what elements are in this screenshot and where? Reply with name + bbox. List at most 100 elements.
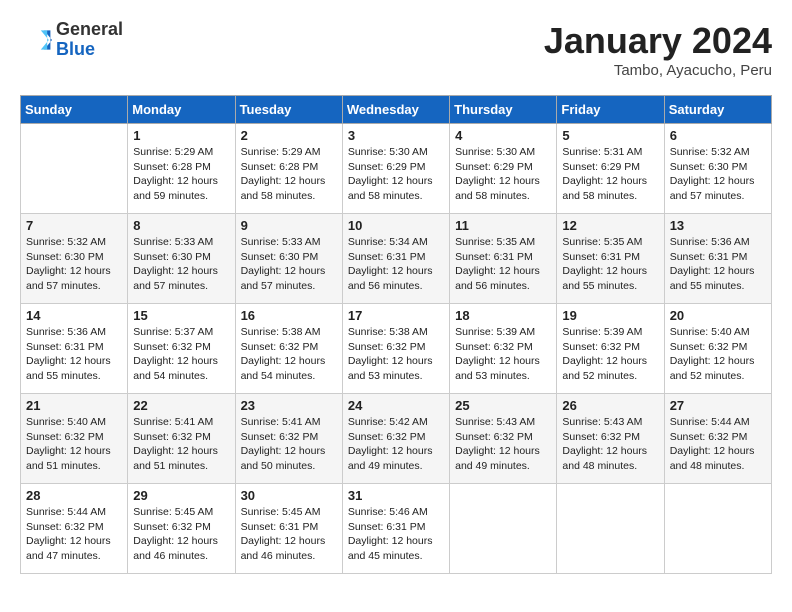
weekday-header-row: SundayMondayTuesdayWednesdayThursdayFrid… [21,96,772,124]
day-info: Sunrise: 5:40 AM Sunset: 6:32 PM Dayligh… [670,325,766,384]
day-info: Sunrise: 5:35 AM Sunset: 6:31 PM Dayligh… [562,235,658,294]
day-number: 17 [348,308,444,323]
day-number: 13 [670,218,766,233]
day-info: Sunrise: 5:42 AM Sunset: 6:32 PM Dayligh… [348,415,444,474]
calendar-cell [450,484,557,574]
day-info: Sunrise: 5:35 AM Sunset: 6:31 PM Dayligh… [455,235,551,294]
weekday-header-sunday: Sunday [21,96,128,124]
calendar-cell: 31 Sunrise: 5:46 AM Sunset: 6:31 PM Dayli… [342,484,449,574]
calendar-cell: 16 Sunrise: 5:38 AM Sunset: 6:32 PM Dayli… [235,304,342,394]
calendar-cell [664,484,771,574]
day-number: 16 [241,308,337,323]
day-number: 19 [562,308,658,323]
day-info: Sunrise: 5:34 AM Sunset: 6:31 PM Dayligh… [348,235,444,294]
calendar-cell: 29Sunrise: 5:45 AM Sunset: 6:32 PM Dayli… [128,484,235,574]
calendar-cell: 2 Sunrise: 5:29 AM Sunset: 6:28 PM Daylig… [235,124,342,214]
day-number: 1 [133,128,229,143]
page-header: General Blue January 2024 Tambo, Ayacuch… [20,20,772,79]
calendar-cell: 8 Sunrise: 5:33 AM Sunset: 6:30 PM Daylig… [128,214,235,304]
week-row-5: 28 Sunrise: 5:44 AM Sunset: 6:32 PM Dayli… [21,484,772,574]
calendar-cell [21,124,128,214]
day-info: Sunrise: 5:32 AM Sunset: 6:30 PM Dayligh… [670,145,766,204]
calendar-cell: 1 Sunrise: 5:29 AM Sunset: 6:28 PM Daylig… [128,124,235,214]
day-info: Sunrise: 5:44 AM Sunset: 6:32 PM Dayligh… [670,415,766,474]
day-number: 28 [26,488,122,503]
day-number: 23 [241,398,337,413]
calendar-cell: 6 Sunrise: 5:32 AM Sunset: 6:30 PM Daylig… [664,124,771,214]
day-number: 24 [348,398,444,413]
logo-blue: Blue [56,40,123,60]
day-number: 4 [455,128,551,143]
day-number: 11 [455,218,551,233]
day-info: Sunrise: 5:43 AM Sunset: 6:32 PM Dayligh… [455,415,551,474]
day-info: Sunrise: 5:44 AM Sunset: 6:32 PM Dayligh… [26,505,122,564]
day-number: 18 [455,308,551,323]
day-info: Sunrise: 5:32 AM Sunset: 6:30 PM Dayligh… [26,235,122,294]
week-row-1: 1 Sunrise: 5:29 AM Sunset: 6:28 PM Daylig… [21,124,772,214]
day-number: 9 [241,218,337,233]
day-number: 5 [562,128,658,143]
calendar-cell: 30 Sunrise: 5:45 AM Sunset: 6:31 PM Dayli… [235,484,342,574]
day-info: Sunrise: 5:46 AM Sunset: 6:31 PM Dayligh… [348,505,444,564]
day-info: Sunrise: 5:45 AM Sunset: 6:31 PM Dayligh… [241,505,337,564]
day-info: Sunrise: 5:29 AM Sunset: 6:28 PM Dayligh… [241,145,337,204]
day-number: 21 [26,398,122,413]
day-number: 8 [133,218,229,233]
location: Tambo, Ayacucho, Peru [544,62,772,79]
calendar-cell: 20 Sunrise: 5:40 AM Sunset: 6:32 PM Dayli… [664,304,771,394]
weekday-header-thursday: Thursday [450,96,557,124]
weekday-header-monday: Monday [128,96,235,124]
day-info: Sunrise: 5:41 AM Sunset: 6:32 PM Dayligh… [241,415,337,474]
day-info: Sunrise: 5:30 AM Sunset: 6:29 PM Dayligh… [455,145,551,204]
calendar-cell: 3Sunrise: 5:30 AM Sunset: 6:29 PM Daylig… [342,124,449,214]
calendar-cell: 25 Sunrise: 5:43 AM Sunset: 6:32 PM Dayli… [450,394,557,484]
day-info: Sunrise: 5:38 AM Sunset: 6:32 PM Dayligh… [241,325,337,384]
calendar-cell: 21Sunrise: 5:40 AM Sunset: 6:32 PM Dayli… [21,394,128,484]
day-number: 7 [26,218,122,233]
day-number: 26 [562,398,658,413]
day-info: Sunrise: 5:43 AM Sunset: 6:32 PM Dayligh… [562,415,658,474]
title-block: January 2024 Tambo, Ayacucho, Peru [544,20,772,79]
month-title: January 2024 [544,20,772,62]
calendar-cell: 12 Sunrise: 5:35 AM Sunset: 6:31 PM Dayli… [557,214,664,304]
day-number: 14 [26,308,122,323]
calendar-table: SundayMondayTuesdayWednesdayThursdayFrid… [20,95,772,574]
day-info: Sunrise: 5:33 AM Sunset: 6:30 PM Dayligh… [133,235,229,294]
calendar-cell: 13Sunrise: 5:36 AM Sunset: 6:31 PM Dayli… [664,214,771,304]
calendar-cell: 10 Sunrise: 5:34 AM Sunset: 6:31 PM Dayli… [342,214,449,304]
day-number: 31 [348,488,444,503]
calendar-cell: 5Sunrise: 5:31 AM Sunset: 6:29 PM Daylig… [557,124,664,214]
logo-general: General [56,20,123,40]
day-number: 27 [670,398,766,413]
day-number: 2 [241,128,337,143]
logo: General Blue [20,20,123,60]
day-number: 15 [133,308,229,323]
day-number: 3 [348,128,444,143]
day-number: 20 [670,308,766,323]
day-info: Sunrise: 5:39 AM Sunset: 6:32 PM Dayligh… [562,325,658,384]
calendar-cell: 17 Sunrise: 5:38 AM Sunset: 6:32 PM Dayli… [342,304,449,394]
day-info: Sunrise: 5:38 AM Sunset: 6:32 PM Dayligh… [348,325,444,384]
week-row-4: 21Sunrise: 5:40 AM Sunset: 6:32 PM Dayli… [21,394,772,484]
day-number: 22 [133,398,229,413]
weekday-header-wednesday: Wednesday [342,96,449,124]
day-number: 30 [241,488,337,503]
week-row-3: 14Sunrise: 5:36 AM Sunset: 6:31 PM Dayli… [21,304,772,394]
calendar-cell: 15Sunrise: 5:37 AM Sunset: 6:32 PM Dayli… [128,304,235,394]
day-number: 25 [455,398,551,413]
logo-text: General Blue [56,20,123,60]
calendar-cell: 18Sunrise: 5:39 AM Sunset: 6:32 PM Dayli… [450,304,557,394]
day-info: Sunrise: 5:29 AM Sunset: 6:28 PM Dayligh… [133,145,229,204]
calendar-cell: 22 Sunrise: 5:41 AM Sunset: 6:32 PM Dayli… [128,394,235,484]
day-number: 12 [562,218,658,233]
day-number: 29 [133,488,229,503]
day-number: 6 [670,128,766,143]
day-number: 10 [348,218,444,233]
week-row-2: 7 Sunrise: 5:32 AM Sunset: 6:30 PM Daylig… [21,214,772,304]
calendar-cell: 27 Sunrise: 5:44 AM Sunset: 6:32 PM Dayli… [664,394,771,484]
weekday-header-tuesday: Tuesday [235,96,342,124]
calendar-cell: 4 Sunrise: 5:30 AM Sunset: 6:29 PM Daylig… [450,124,557,214]
calendar-cell: 7 Sunrise: 5:32 AM Sunset: 6:30 PM Daylig… [21,214,128,304]
calendar-cell [557,484,664,574]
day-info: Sunrise: 5:41 AM Sunset: 6:32 PM Dayligh… [133,415,229,474]
